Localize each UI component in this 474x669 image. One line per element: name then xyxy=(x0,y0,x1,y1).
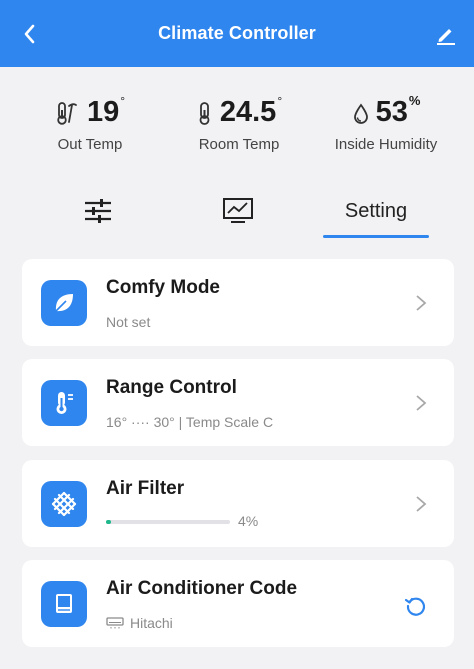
ac-brand-row: Hitachi xyxy=(106,615,173,631)
out-temp-stat: 19 ° Out Temp xyxy=(44,93,136,153)
ac-code-icon-box xyxy=(41,581,87,627)
app-header: Climate Controller xyxy=(0,0,474,67)
tab-chart[interactable] xyxy=(206,186,270,236)
refresh-icon[interactable] xyxy=(403,593,429,619)
ac-code-card[interactable]: Air Conditioner Code Hitachi xyxy=(22,560,454,647)
air-filter-title: Air Filter xyxy=(106,478,185,499)
range-control-icon-box xyxy=(41,380,87,426)
leaf-icon xyxy=(55,294,73,312)
thermometer-range-icon xyxy=(56,392,73,414)
climate-stats: 19 ° Out Temp 24.5 ° Room Temp 53 % Insi… xyxy=(0,67,474,185)
range-control-title: Range Control xyxy=(106,377,237,398)
tab-setting[interactable]: Setting xyxy=(323,186,429,236)
ac-brand-name: Hitachi xyxy=(130,615,173,631)
room-temp-unit: ° xyxy=(277,94,283,108)
filter-grid-icon xyxy=(51,491,77,517)
comfy-mode-title: Comfy Mode xyxy=(106,277,220,298)
air-filter-card[interactable]: Air Filter 4% xyxy=(22,460,454,547)
room-temp-value: 24.5 xyxy=(219,96,277,128)
outdoor-thermometer-icon xyxy=(57,102,77,125)
tab-bar: Setting xyxy=(0,186,474,240)
ac-code-title: Air Conditioner Code xyxy=(106,578,298,599)
page-title: Climate Controller xyxy=(158,23,316,43)
room-temp-stat: 24.5 ° Room Temp xyxy=(187,93,291,153)
tab-setting-label: Setting xyxy=(344,199,408,222)
water-drop-icon xyxy=(353,103,368,124)
comfy-mode-icon-box xyxy=(41,280,87,326)
filter-progress-bar xyxy=(106,520,230,524)
out-temp-label: Out Temp xyxy=(57,136,123,153)
out-temp-value: 19 xyxy=(86,96,120,128)
sliders-icon xyxy=(85,199,111,223)
pencil-icon xyxy=(437,29,455,45)
range-control-summary: 16° ···· 30° | Temp Scale C xyxy=(106,414,274,430)
chevron-right-icon xyxy=(416,496,427,512)
active-tab-indicator xyxy=(323,235,429,238)
room-temp-label: Room Temp xyxy=(198,136,280,153)
range-control-card[interactable]: Range Control 16° ···· 30° | Temp Scale … xyxy=(22,359,454,446)
back-button[interactable] xyxy=(18,22,42,46)
edit-button[interactable] xyxy=(434,22,458,46)
humidity-unit: % xyxy=(408,93,421,108)
chart-monitor-icon xyxy=(223,198,253,223)
out-temp-unit: ° xyxy=(120,94,126,108)
humidity-stat: 53 % Inside Humidity xyxy=(330,93,442,153)
book-icon xyxy=(56,594,72,613)
air-conditioner-icon xyxy=(106,617,124,629)
tab-controls[interactable] xyxy=(66,186,130,236)
filter-progress-fill xyxy=(106,520,111,524)
filter-progress-text: 4% xyxy=(238,513,259,529)
air-filter-icon-box xyxy=(41,481,87,527)
chevron-right-icon xyxy=(416,395,427,411)
comfy-mode-card[interactable]: Comfy Mode Not set xyxy=(22,259,454,346)
thermometer-icon xyxy=(199,102,210,125)
comfy-mode-status: Not set xyxy=(106,314,151,330)
humidity-value: 53 xyxy=(375,96,408,128)
chevron-right-icon xyxy=(416,295,427,311)
humidity-label: Inside Humidity xyxy=(334,136,438,153)
